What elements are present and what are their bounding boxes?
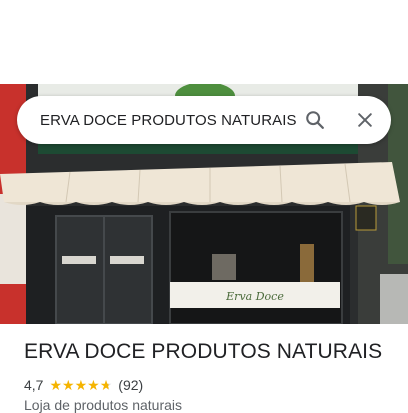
search-button[interactable] [297,102,333,138]
search-input[interactable]: ERVA DOCE PRODUTOS NATURAIS [40,112,297,129]
search-icon [306,111,324,129]
search-bar[interactable]: ERVA DOCE PRODUTOS NATURAIS [17,96,391,144]
rating-row[interactable]: 4,7 ★ ★ ★ ★ ★ (92) [24,376,143,394]
place-title: ERVA DOCE PRODUTOS NATURAIS [24,340,383,363]
close-icon [358,113,372,127]
clear-search-button[interactable] [347,102,383,138]
rating-stars: ★ ★ ★ ★ ★ [49,378,112,392]
star-icon: ★ [74,377,88,393]
place-category: Loja de produtos naturais [24,397,182,413]
star-icon: ★ [62,377,75,393]
star-icon: ★ [49,377,63,393]
star-icon: ★ [87,377,100,393]
window-sign-text: Erva Doce [225,290,284,303]
review-count[interactable]: (92) [118,377,143,393]
star-half-icon: ★ [99,377,113,393]
rating-value: 4,7 [24,377,44,393]
